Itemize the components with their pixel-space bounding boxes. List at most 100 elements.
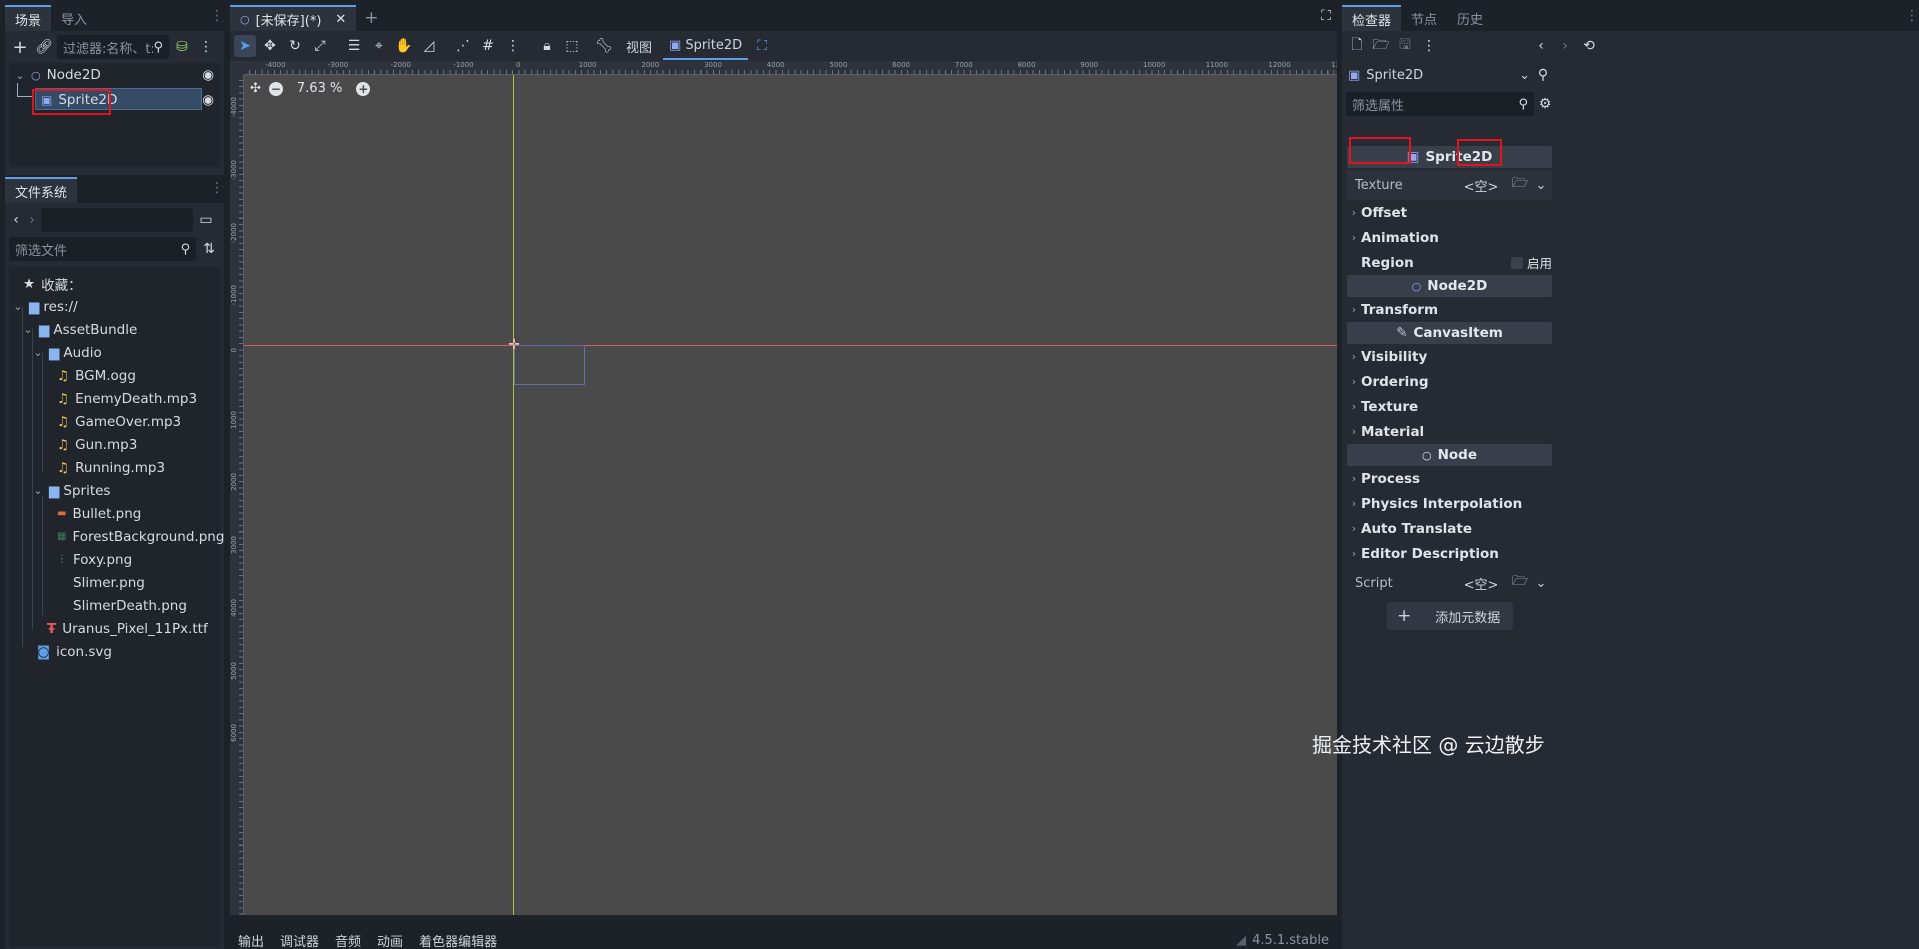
list-select-icon[interactable]: ☰ (343, 35, 365, 57)
path-field[interactable] (41, 208, 193, 232)
forward-icon[interactable]: › (25, 209, 39, 231)
expand-icon[interactable]: ⛶ (751, 35, 773, 57)
object-selector[interactable]: ▣ Sprite2D ⌄ (1346, 63, 1532, 87)
dock-menu-icon[interactable]: ⋮ (210, 5, 224, 27)
prop-transform[interactable]: › Transform (1347, 297, 1552, 322)
snap-options-icon[interactable]: ⋮ (502, 35, 524, 57)
forward-icon[interactable]: › (1554, 35, 1576, 57)
pan-tool-icon[interactable]: ✋ (393, 35, 415, 57)
prop-process[interactable]: › Process (1347, 466, 1552, 491)
chevron-down-icon[interactable]: ⌄ (13, 69, 27, 82)
tab-inspector[interactable]: 检查器 (1342, 5, 1402, 31)
attach-script-icon[interactable]: ⛁ (171, 36, 193, 58)
ruler-tick-label: -4000 (230, 97, 238, 118)
save-icon[interactable]: 🖫︎ (1394, 35, 1416, 57)
chevron-right-icon: › (1351, 472, 1357, 485)
visibility-eye-icon[interactable]: ◉ (202, 92, 214, 108)
prop-auto-translate[interactable]: › Auto Translate (1347, 516, 1552, 541)
add-tab-icon[interactable]: + (360, 7, 382, 29)
visibility-eye-icon[interactable]: ◉ (202, 67, 214, 83)
sort-icon[interactable]: ⇅ (198, 238, 220, 260)
viewport[interactable]: -4000 -3000 -2000 -1000 0 1000 2000 3000 4000 500… (230, 61, 1337, 915)
node-icon: ○ (1421, 448, 1432, 462)
link-icon[interactable]: 🔗︎ (33, 36, 55, 58)
tab-audio[interactable]: 音频 (327, 915, 369, 949)
ruler-tool-icon[interactable]: ◿ (418, 35, 440, 57)
lock-icon[interactable]: 🔒︎ (536, 35, 558, 57)
prop-editor-description[interactable]: › Editor Description (1347, 541, 1552, 566)
texture-value[interactable]: <空> (1455, 176, 1507, 195)
file-filter-input[interactable]: 筛选文件 ⚲ (9, 237, 197, 261)
fullscreen-icon[interactable]: ⛶ (1315, 5, 1337, 27)
prop-offset[interactable]: › Offset (1347, 200, 1552, 225)
zoom-out-icon[interactable]: − (268, 81, 283, 96)
origin-pivot-icon[interactable]: ✛ (507, 338, 521, 352)
script-property-row: Script <空> 🗁︎ ⌄ (1347, 568, 1552, 598)
add-metadata-button[interactable]: + 添加元数据 (1387, 602, 1513, 630)
smart-snap-icon[interactable]: ⋰ (452, 35, 474, 57)
ruler-tick-label: 10000 (1143, 61, 1166, 69)
scale-tool-icon[interactable]: ⤢ (309, 35, 331, 57)
script-value[interactable]: <空> (1455, 574, 1507, 593)
prop-material[interactable]: › Material (1347, 419, 1552, 444)
prop-physics-interpolation[interactable]: › Physics Interpolation (1347, 491, 1552, 516)
dock-menu-icon[interactable]: ⋮ (210, 177, 224, 199)
back-icon[interactable]: ‹ (1530, 35, 1552, 57)
list-item[interactable]: ◙ icon.svg (9, 637, 220, 666)
more-options-icon[interactable]: ⋮ (1418, 35, 1440, 57)
prop-ordering[interactable]: › Ordering (1347, 369, 1552, 394)
region-checkbox[interactable] (1510, 256, 1523, 269)
list-item-label: EnemyDeath.mp3 (75, 390, 198, 407)
prop-visibility[interactable]: › Visibility (1347, 344, 1552, 369)
close-icon[interactable]: ✕ (335, 12, 346, 27)
tab-import[interactable]: 导入 (51, 5, 97, 31)
image-file-icon: ▦ (57, 531, 67, 542)
prop-animation[interactable]: › Animation (1347, 225, 1552, 250)
center-view-icon[interactable]: ✣ (250, 81, 261, 96)
load-resource-icon[interactable]: 🗁︎ (1507, 174, 1533, 196)
property-filter-input[interactable]: 筛选属性 ⚲ (1346, 92, 1534, 116)
tab-node[interactable]: 节点 (1401, 5, 1447, 31)
sprite2d-icon: ▣ (669, 37, 682, 53)
file-filter-placeholder: 筛选文件 (15, 243, 68, 259)
move-tool-icon[interactable]: ✥ (259, 35, 281, 57)
add-node-icon[interactable]: + (9, 36, 31, 58)
tab-output[interactable]: 输出 (230, 915, 272, 949)
sprite2d-menu[interactable]: ▣ Sprite2D (663, 32, 749, 60)
scene-menu-icon[interactable]: ⋮ (195, 36, 217, 58)
grid-snap-icon[interactable]: # (477, 35, 499, 57)
zoom-level[interactable]: 7.63 % (291, 81, 348, 96)
tab-debugger[interactable]: 调试器 (272, 915, 327, 949)
back-icon[interactable]: ‹ (9, 209, 23, 231)
tab-animation[interactable]: 动画 (369, 915, 411, 949)
filesystem-dock: 文件系统 ⋮ ‹ › ▭ 筛选文件 ⚲ ⇅ ★ 收藏： ⌄ ▆ res:// ⌄… (5, 177, 224, 949)
zoom-in-icon[interactable]: + (356, 81, 371, 96)
bone-icon[interactable]: 🦴︎ (593, 35, 615, 57)
split-view-icon[interactable]: ▭ (195, 209, 217, 231)
new-resource-icon[interactable]: 🗋︎ (1346, 35, 1368, 57)
tab-scene-unsaved[interactable]: ○ [未保存](*) ✕ (230, 5, 357, 31)
chevron-down-icon[interactable]: ⌄ (1533, 178, 1549, 193)
ruler-tick-label: 2000 (641, 61, 660, 69)
doc-search-icon[interactable]: ⚲ (1532, 64, 1554, 86)
tab-scene[interactable]: 场景 (5, 5, 52, 31)
dock-menu-icon[interactable]: ⋮ (1905, 5, 1919, 27)
chevron-down-icon[interactable]: ⌄ (1533, 576, 1549, 591)
prop-texture-group[interactable]: › Texture (1347, 394, 1552, 419)
group-icon[interactable]: ⬚ (561, 35, 583, 57)
view-menu[interactable]: 视图 (618, 37, 660, 56)
tree-node-node2d[interactable]: ⌄ ○ Node2D ◉ (9, 63, 220, 87)
load-script-icon[interactable]: 🗁︎ (1507, 572, 1533, 594)
ruler-tick-label: 6000 (230, 724, 238, 743)
tab-shader-editor[interactable]: 着色器编辑器 (411, 915, 505, 949)
rotate-tool-icon[interactable]: ↻ (284, 35, 306, 57)
tab-history[interactable]: 历史 (1447, 5, 1493, 31)
property-options-icon[interactable]: ⚙ (1534, 93, 1556, 115)
select-tool-icon[interactable]: ➤ (234, 35, 256, 57)
scene-filter-input[interactable]: 过滤器:名称、t: ⚲ (57, 35, 169, 59)
history-icon[interactable]: ⟲ (1578, 35, 1600, 57)
pivot-tool-icon[interactable]: ⌖ (368, 35, 390, 57)
tab-filesystem[interactable]: 文件系统 (5, 177, 78, 203)
property-filter-row: 筛选属性 ⚲ ⚙ (1342, 89, 1919, 119)
open-folder-icon[interactable]: 🗁︎ (1370, 35, 1392, 57)
